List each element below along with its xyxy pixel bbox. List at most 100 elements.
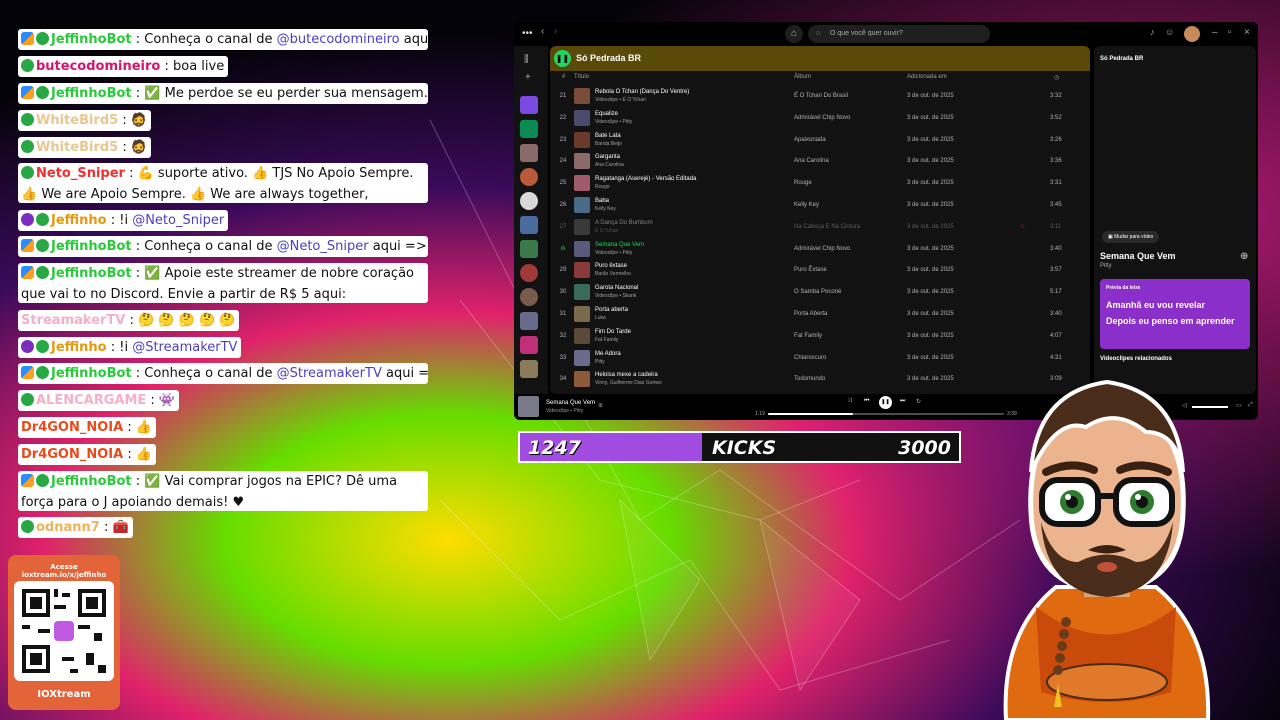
col-album[interactable]: Álbum bbox=[794, 74, 811, 80]
now-song-artist[interactable]: Pitty bbox=[1100, 263, 1112, 269]
track-title[interactable]: Baba bbox=[595, 198, 609, 204]
chat-username[interactable]: JeffinhoBot bbox=[51, 366, 132, 381]
maximize-icon[interactable]: ▫ bbox=[1228, 27, 1232, 38]
track-album[interactable]: O Samba Poconé bbox=[794, 289, 841, 295]
track-artist[interactable]: Videoclipe • Pitty bbox=[595, 119, 632, 125]
repeat-icon[interactable]: ↻ bbox=[916, 398, 921, 405]
track-artist[interactable]: Luka bbox=[595, 315, 606, 321]
home-icon[interactable]: ⌂ bbox=[785, 25, 803, 43]
chat-username[interactable]: JeffinhoBot bbox=[51, 239, 132, 254]
progress-bar[interactable] bbox=[768, 413, 1004, 415]
track-row[interactable]: 25 Ragatanga (Aserejé) - Versão Editada Ro… bbox=[550, 172, 1090, 194]
track-artist[interactable]: Pitty bbox=[595, 359, 605, 365]
track-title[interactable]: Garganta bbox=[595, 154, 620, 160]
track-row[interactable]: 31 Porta aberta Luka Porta Aberta 3 de out. … bbox=[550, 303, 1090, 325]
track-artist[interactable]: Banda Beijo bbox=[595, 141, 622, 147]
chat-username[interactable]: odnann7 bbox=[36, 520, 100, 535]
next-icon[interactable]: ⏭ bbox=[900, 398, 905, 405]
saved-episodes-thumb[interactable] bbox=[520, 120, 538, 138]
menu-dots-icon[interactable]: ••• bbox=[522, 28, 533, 39]
library-item-thumb[interactable] bbox=[520, 144, 538, 162]
track-title[interactable]: Ragatanga (Aserejé) - Versão Editada bbox=[595, 176, 696, 182]
player-artist[interactable]: Videoclipe • Pitty bbox=[546, 408, 583, 414]
chat-username[interactable]: WhiteBird5 bbox=[36, 113, 118, 128]
track-artist[interactable]: Fat Family bbox=[595, 337, 618, 343]
track-title[interactable]: Rebola O Tchan (Dança Do Ventre) bbox=[595, 89, 689, 95]
track-album[interactable]: Rouge bbox=[794, 180, 812, 186]
library-item-thumb[interactable] bbox=[520, 240, 538, 258]
chat-mention[interactable]: @Neto_Sniper bbox=[132, 213, 224, 228]
track-album[interactable]: Admirável Chip Novo bbox=[794, 246, 850, 252]
pause-button[interactable]: ❚❚ bbox=[879, 396, 892, 409]
chat-username[interactable]: Dr4GON_NOIA bbox=[21, 447, 123, 462]
play-button[interactable]: ❚❚ bbox=[554, 50, 571, 67]
track-artist[interactable]: Videoclipe • É O Tchan bbox=[595, 97, 646, 103]
track-album[interactable]: Fat Family bbox=[794, 333, 822, 339]
track-title[interactable]: Puro êxtase bbox=[595, 263, 627, 269]
previous-icon[interactable]: ⏮ bbox=[864, 398, 869, 405]
track-row[interactable]: 26 Baba Kelly Key Kelly Key 3 de out. de 202… bbox=[550, 194, 1090, 216]
track-row[interactable]: 23 Bate Lata Banda Beijo Apaixonada 3 de out… bbox=[550, 129, 1090, 151]
chat-username[interactable]: JeffinhoBot bbox=[51, 474, 132, 489]
library-item-thumb[interactable] bbox=[520, 336, 538, 354]
track-row[interactable]: 22 Equalize Videoclipe • Pitty Admirável Ch… bbox=[550, 107, 1090, 129]
avatar[interactable] bbox=[1184, 26, 1200, 42]
track-artist[interactable]: Videoclipe • Pitty bbox=[595, 250, 632, 256]
track-row[interactable]: ılı Semana Que Vem Videoclipe • Pitty Admir… bbox=[550, 238, 1090, 260]
track-title[interactable]: Me Adora bbox=[595, 351, 621, 357]
shuffle-icon[interactable]: ⤨ bbox=[847, 398, 852, 405]
track-artist[interactable]: É O Tchan bbox=[595, 228, 618, 234]
library-item-thumb[interactable] bbox=[520, 360, 538, 378]
lyrics-preview[interactable]: Prévia da letra Amanhã eu vou revelar De… bbox=[1100, 279, 1250, 349]
search-input[interactable]: ○ O que você quer ouvir? bbox=[808, 25, 990, 43]
track-row[interactable]: 30 Garota Nacional Videoclipe • Skank O Sam… bbox=[550, 281, 1090, 303]
track-row[interactable]: 27 A Dança Do Bumbum É O Tchan Na Cabeça E … bbox=[550, 216, 1090, 238]
track-title[interactable]: Semana Que Vem bbox=[595, 242, 644, 248]
track-artist[interactable]: Ana Carolina bbox=[595, 162, 624, 168]
track-title[interactable]: Bate Lata bbox=[595, 133, 621, 139]
chat-mention[interactable]: @Neto_Sniper bbox=[277, 239, 369, 254]
library-item-thumb[interactable] bbox=[520, 192, 538, 210]
chat-username[interactable]: Dr4GON_NOIA bbox=[21, 420, 123, 435]
track-title[interactable]: A Dança Do Bumbum bbox=[595, 220, 653, 226]
track-title[interactable]: Porta aberta bbox=[595, 307, 628, 313]
track-artist[interactable]: Rouge bbox=[595, 184, 610, 190]
library-item-thumb[interactable] bbox=[520, 168, 538, 186]
spotify-window[interactable]: ••• ‹ › ⌂ ○ O que você quer ouvir? ♪ ☺ –… bbox=[514, 22, 1258, 420]
track-artist[interactable]: Vinny, Guilherme Dias Gomes bbox=[595, 380, 662, 386]
track-album[interactable]: Puro Êxtase bbox=[794, 267, 827, 273]
track-artist[interactable]: Videoclipe • Skank bbox=[595, 293, 636, 299]
track-album[interactable]: Na Cabeça E Na Cintura bbox=[794, 224, 860, 230]
track-album[interactable]: É O Tchan Do Brasil bbox=[794, 93, 848, 99]
bell-icon[interactable]: ♪ bbox=[1150, 27, 1155, 37]
player-song[interactable]: Semana Que Vem bbox=[546, 400, 595, 406]
switch-to-video-button[interactable]: ▣ Mudar para vídeo bbox=[1102, 231, 1160, 243]
track-album[interactable]: Apaixonada bbox=[794, 137, 826, 143]
chat-username[interactable]: JeffinhoBot bbox=[51, 32, 132, 47]
track-album[interactable]: Kelly Key bbox=[794, 202, 819, 208]
chat-username[interactable]: JeffinhoBot bbox=[51, 266, 132, 281]
track-row[interactable]: 29 Puro êxtase Barão Vermelho Puro Êxtase 3 … bbox=[550, 259, 1090, 281]
minimize-icon[interactable]: – bbox=[1212, 27, 1218, 38]
chat-username[interactable]: Neto_Sniper bbox=[36, 166, 125, 181]
track-album[interactable]: Admirável Chip Novo bbox=[794, 115, 850, 121]
back-arrow-icon[interactable]: ‹ bbox=[541, 26, 544, 37]
chat-username[interactable]: StreamakerTV bbox=[21, 313, 125, 328]
chat-username[interactable]: Jeffinho bbox=[51, 213, 107, 228]
now-song-title[interactable]: Semana Que Vem bbox=[1100, 251, 1176, 261]
library-item-thumb[interactable] bbox=[520, 312, 538, 330]
liked-songs-thumb[interactable] bbox=[520, 96, 538, 114]
track-row[interactable]: 32 Fim Do Tarde Fat Family Fat Family 3 de o… bbox=[550, 325, 1090, 347]
chat-username[interactable]: Jeffinho bbox=[51, 340, 107, 355]
close-icon[interactable]: × bbox=[1244, 27, 1250, 38]
track-album[interactable]: Todomundo bbox=[794, 376, 825, 382]
miniplayer-icon[interactable]: ▭ bbox=[1236, 402, 1242, 409]
chat-mention[interactable]: @butecodomineiro bbox=[277, 32, 400, 47]
player-cover[interactable] bbox=[518, 396, 539, 417]
add-to-playlist-icon[interactable]: ⊕ bbox=[1240, 251, 1248, 262]
track-title[interactable]: Heloisa mexe a cadeira bbox=[595, 372, 658, 378]
library-item-thumb[interactable] bbox=[520, 288, 538, 306]
chat-username[interactable]: WhiteBird5 bbox=[36, 140, 118, 155]
friends-icon[interactable]: ☺ bbox=[1165, 27, 1174, 37]
chat-username[interactable]: JeffinhoBot bbox=[51, 86, 132, 101]
